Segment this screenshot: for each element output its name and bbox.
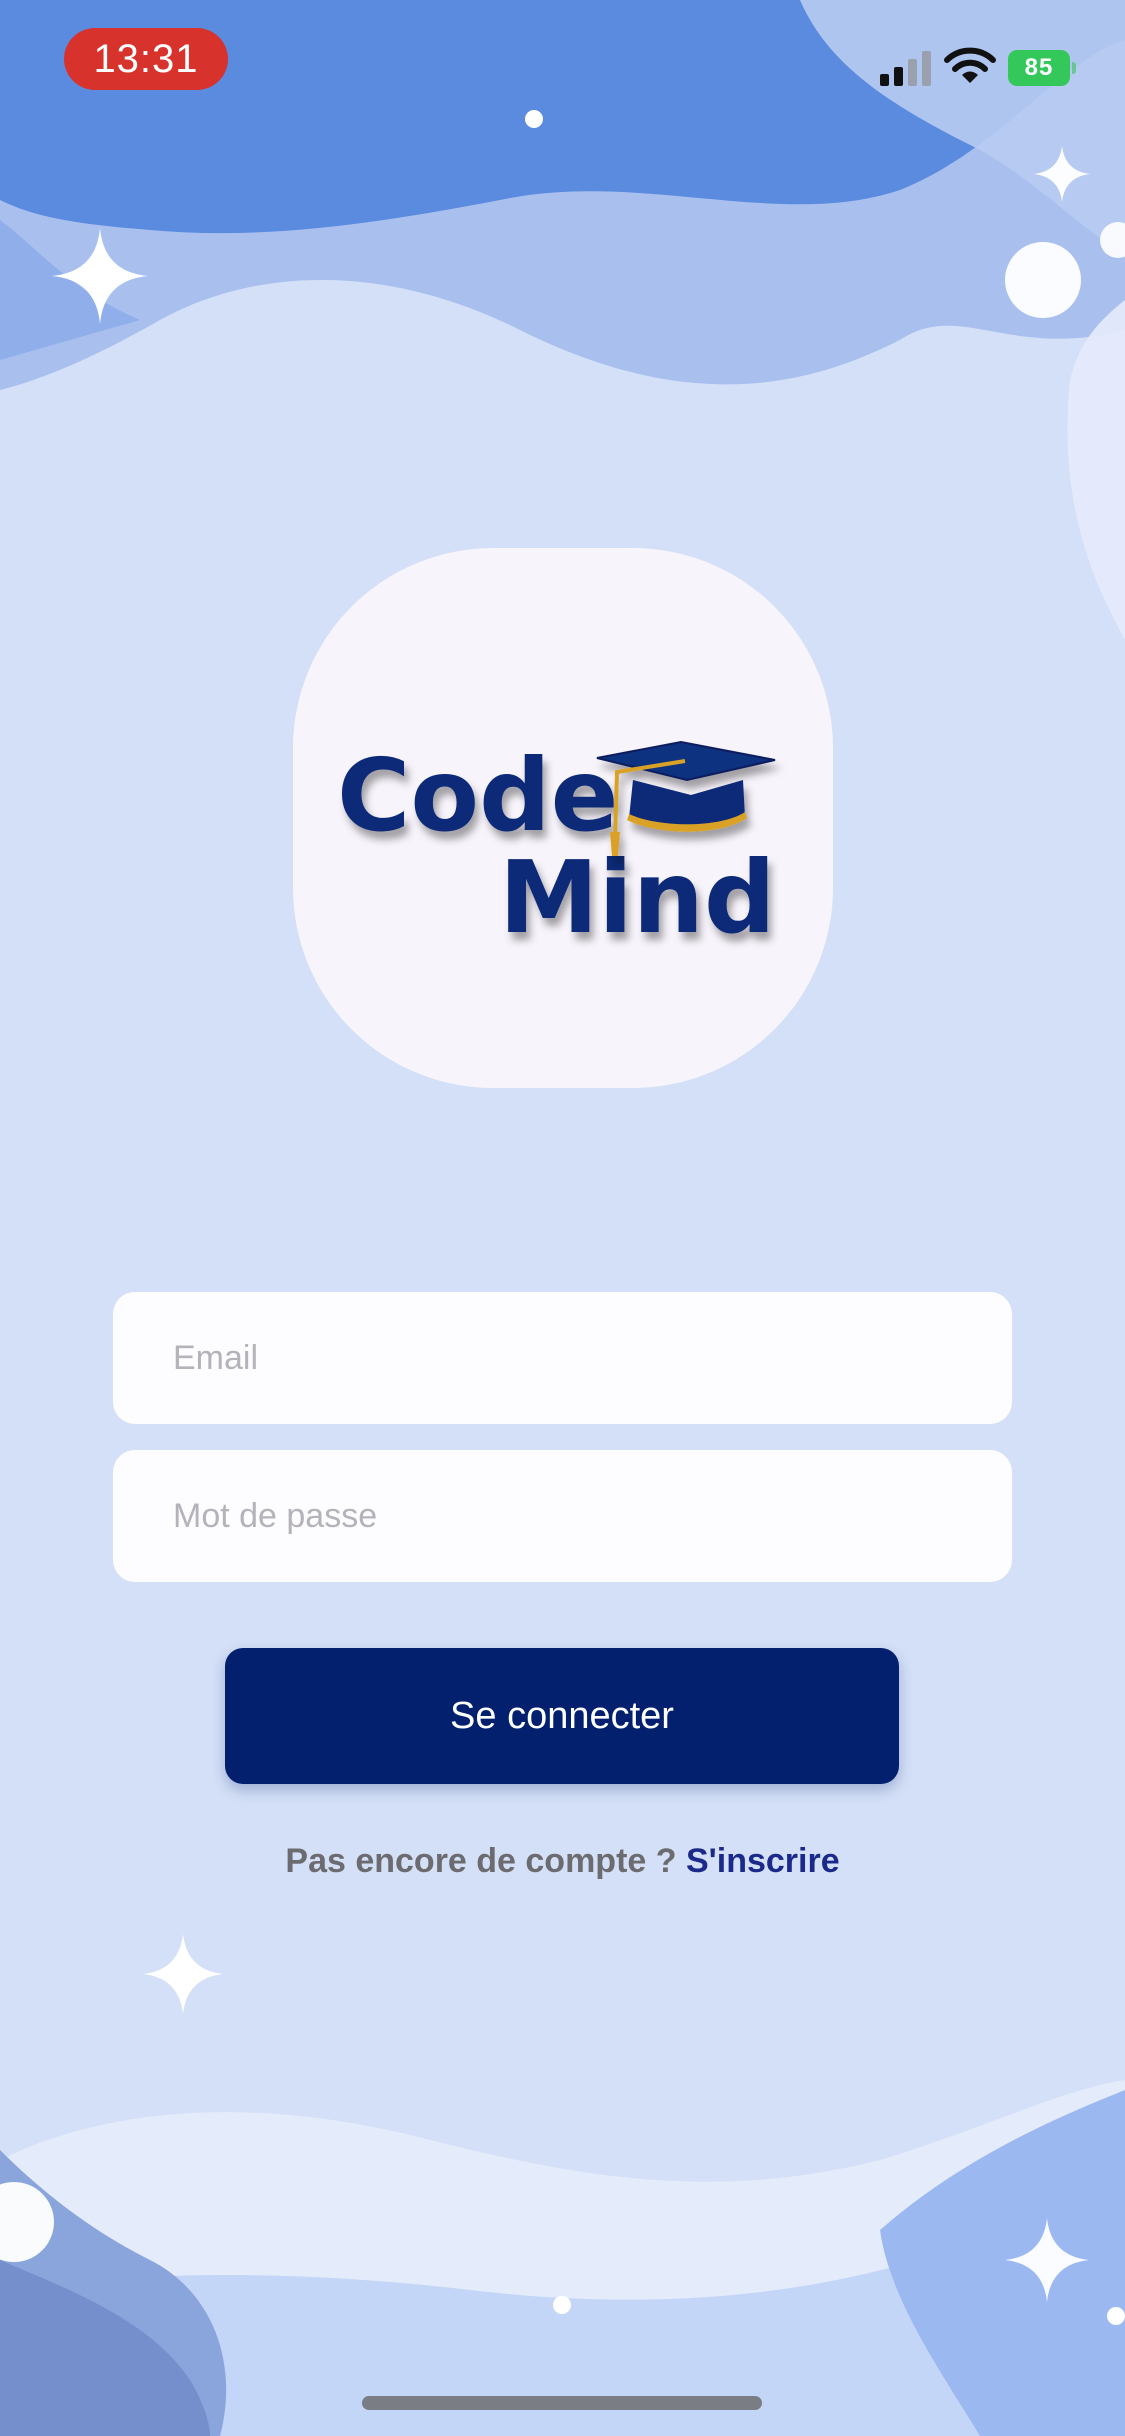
logo-artwork: Code Mind: [337, 737, 776, 956]
background-decoration: [0, 0, 1125, 2436]
app-logo: Code Mind: [293, 548, 833, 1088]
battery-level: 85: [1008, 50, 1070, 86]
battery-tip: [1072, 62, 1076, 74]
email-field[interactable]: [113, 1292, 1012, 1424]
logo-text-code: Code: [337, 737, 619, 854]
wifi-icon: [944, 47, 996, 83]
logo-text-mind: Mind: [499, 839, 776, 956]
battery-charging-icon: 85: [1008, 50, 1076, 86]
signup-link[interactable]: S'inscrire: [686, 1842, 840, 1880]
signup-row: Pas encore de compte ? S'inscrire: [0, 1842, 1125, 1881]
login-screen: 13:31 85 Code Mind Email Se connecter Pa…: [0, 0, 1125, 2436]
signup-prompt: Pas encore de compte ?: [285, 1842, 677, 1880]
signal-icon: [880, 51, 931, 86]
home-indicator[interactable]: [362, 2396, 762, 2410]
password-field[interactable]: [113, 1450, 1012, 1582]
status-time: 13:31: [64, 28, 228, 90]
login-button[interactable]: Se connecter: [225, 1648, 899, 1784]
